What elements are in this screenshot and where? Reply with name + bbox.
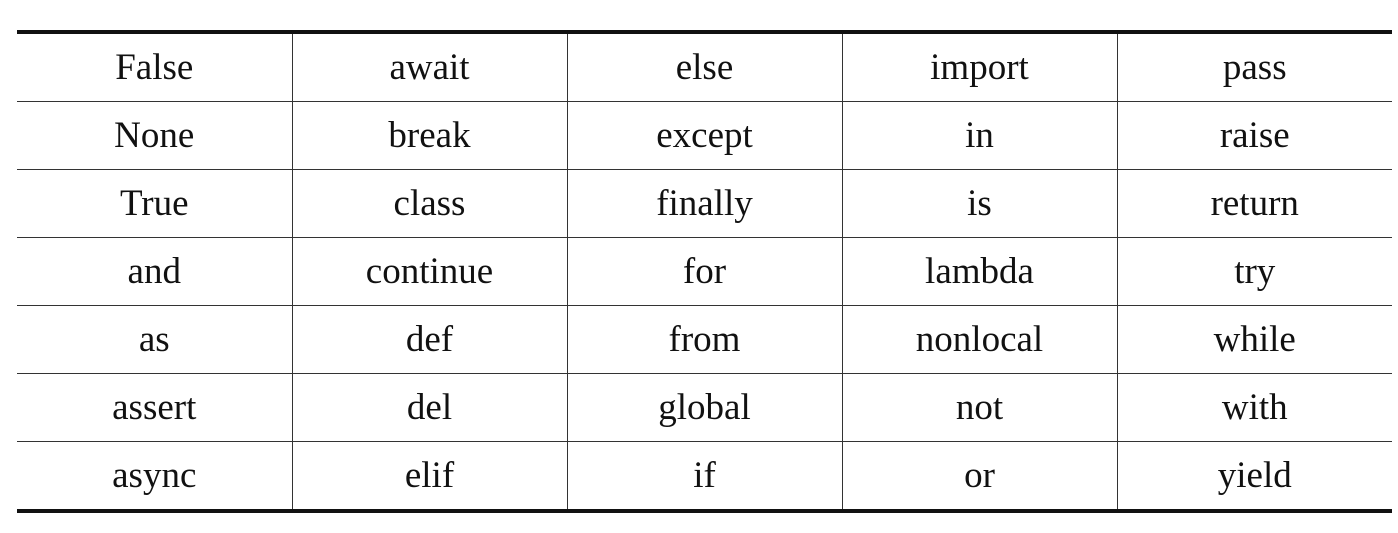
table-row: async elif if or yield (17, 441, 1392, 511)
table-cell: await (292, 32, 568, 102)
table-row: assert del global not with (17, 373, 1392, 442)
table-cell: False (17, 32, 293, 102)
table-cell: finally (567, 169, 843, 238)
table-row: False await else import pass (17, 32, 1392, 102)
table-cell: assert (17, 373, 293, 442)
table-cell: async (17, 441, 293, 511)
table-cell: elif (292, 441, 568, 511)
table-cell: class (292, 169, 568, 238)
keywords-table-body: False await else import pass None break … (17, 32, 1392, 511)
table-cell: break (292, 101, 568, 170)
table-cell: in (842, 101, 1118, 170)
table-cell: pass (1222, 47, 1287, 88)
table-row: as def from nonlocal while (17, 305, 1392, 374)
table-cell: def (292, 305, 568, 374)
table-cell: and (17, 237, 293, 306)
table-row: and continue for lambda try (17, 237, 1392, 306)
table-cell: raise (1117, 101, 1392, 170)
table-cell: lambda (842, 237, 1118, 306)
table-cell: for (567, 237, 843, 306)
table-cell: else (567, 32, 843, 102)
table-cell: return (1117, 169, 1392, 238)
table-cell: or (842, 441, 1118, 511)
table-row: None break except in raise (17, 101, 1392, 170)
table-cell: global (567, 373, 843, 442)
table-cell: continue (292, 237, 568, 306)
table-row: True class finally is return (17, 169, 1392, 238)
table-cell: while (1117, 305, 1392, 374)
table-cell: as (17, 305, 293, 374)
table-cell: del (292, 373, 568, 442)
table-cell: not (842, 373, 1118, 442)
table-cell: nonlocal (842, 305, 1118, 374)
document-frame: False await else import pass None break … (0, 0, 1398, 533)
table-cell: import (842, 32, 1118, 102)
table-cell: None (17, 101, 293, 170)
keywords-table: False await else import pass None break … (17, 30, 1392, 513)
table-cell: True (17, 169, 293, 238)
table-cell: from (567, 305, 843, 374)
table-cell: except (567, 101, 843, 170)
table-cell: try (1117, 237, 1392, 306)
table-cell: with (1117, 373, 1392, 442)
table-cell: if (567, 441, 843, 511)
table-cell: yield (1117, 441, 1392, 511)
table-cell: is (842, 169, 1118, 238)
